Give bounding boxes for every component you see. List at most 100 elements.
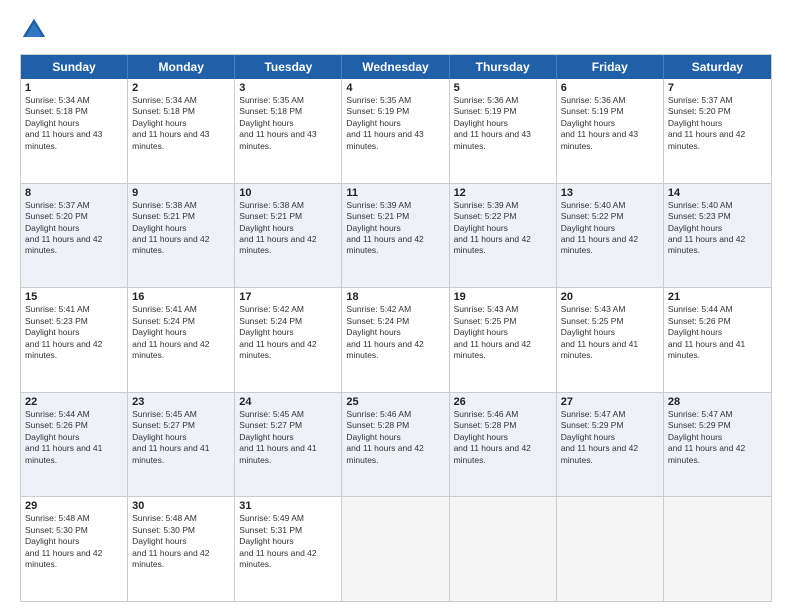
cell-info: Sunrise: 5:34 AM Sunset: 5:18 PM Dayligh… [132,95,230,152]
header-day-saturday: Saturday [664,55,771,79]
day-number: 13 [561,187,659,199]
day-cell-2: 2 Sunrise: 5:34 AM Sunset: 5:18 PM Dayli… [128,79,235,183]
day-number: 14 [668,187,767,199]
cell-info: Sunrise: 5:36 AM Sunset: 5:19 PM Dayligh… [561,95,659,152]
day-cell-22: 22 Sunrise: 5:44 AM Sunset: 5:26 PM Dayl… [21,393,128,497]
calendar-row-1: 1 Sunrise: 5:34 AM Sunset: 5:18 PM Dayli… [21,79,771,183]
logo-icon [20,16,48,44]
day-cell-12: 12 Sunrise: 5:39 AM Sunset: 5:22 PM Dayl… [450,184,557,288]
day-cell-5: 5 Sunrise: 5:36 AM Sunset: 5:19 PM Dayli… [450,79,557,183]
day-cell-31: 31 Sunrise: 5:49 AM Sunset: 5:31 PM Dayl… [235,497,342,601]
cell-info: Sunrise: 5:43 AM Sunset: 5:25 PM Dayligh… [561,304,659,361]
day-number: 16 [132,291,230,303]
day-number: 25 [346,396,444,408]
day-number: 30 [132,500,230,512]
day-number: 31 [239,500,337,512]
day-cell-27: 27 Sunrise: 5:47 AM Sunset: 5:29 PM Dayl… [557,393,664,497]
header-day-tuesday: Tuesday [235,55,342,79]
day-cell-3: 3 Sunrise: 5:35 AM Sunset: 5:18 PM Dayli… [235,79,342,183]
day-number: 3 [239,82,337,94]
calendar: SundayMondayTuesdayWednesdayThursdayFrid… [20,54,772,602]
day-number: 8 [25,187,123,199]
calendar-row-3: 15 Sunrise: 5:41 AM Sunset: 5:23 PM Dayl… [21,287,771,392]
day-number: 6 [561,82,659,94]
day-cell-20: 20 Sunrise: 5:43 AM Sunset: 5:25 PM Dayl… [557,288,664,392]
header [20,16,772,44]
day-cell-25: 25 Sunrise: 5:46 AM Sunset: 5:28 PM Dayl… [342,393,449,497]
day-cell-19: 19 Sunrise: 5:43 AM Sunset: 5:25 PM Dayl… [450,288,557,392]
cell-info: Sunrise: 5:38 AM Sunset: 5:21 PM Dayligh… [239,200,337,257]
day-cell-24: 24 Sunrise: 5:45 AM Sunset: 5:27 PM Dayl… [235,393,342,497]
day-cell-11: 11 Sunrise: 5:39 AM Sunset: 5:21 PM Dayl… [342,184,449,288]
cell-info: Sunrise: 5:48 AM Sunset: 5:30 PM Dayligh… [25,513,123,570]
cell-info: Sunrise: 5:38 AM Sunset: 5:21 PM Dayligh… [132,200,230,257]
cell-info: Sunrise: 5:41 AM Sunset: 5:23 PM Dayligh… [25,304,123,361]
header-day-friday: Friday [557,55,664,79]
calendar-row-5: 29 Sunrise: 5:48 AM Sunset: 5:30 PM Dayl… [21,496,771,601]
day-cell-4: 4 Sunrise: 5:35 AM Sunset: 5:19 PM Dayli… [342,79,449,183]
cell-info: Sunrise: 5:42 AM Sunset: 5:24 PM Dayligh… [346,304,444,361]
cell-info: Sunrise: 5:42 AM Sunset: 5:24 PM Dayligh… [239,304,337,361]
cell-info: Sunrise: 5:47 AM Sunset: 5:29 PM Dayligh… [668,409,767,466]
cell-info: Sunrise: 5:47 AM Sunset: 5:29 PM Dayligh… [561,409,659,466]
empty-cell [664,497,771,601]
day-number: 5 [454,82,552,94]
cell-info: Sunrise: 5:43 AM Sunset: 5:25 PM Dayligh… [454,304,552,361]
cell-info: Sunrise: 5:39 AM Sunset: 5:21 PM Dayligh… [346,200,444,257]
calendar-row-4: 22 Sunrise: 5:44 AM Sunset: 5:26 PM Dayl… [21,392,771,497]
day-number: 29 [25,500,123,512]
day-number: 4 [346,82,444,94]
day-cell-15: 15 Sunrise: 5:41 AM Sunset: 5:23 PM Dayl… [21,288,128,392]
empty-cell [342,497,449,601]
cell-info: Sunrise: 5:36 AM Sunset: 5:19 PM Dayligh… [454,95,552,152]
cell-info: Sunrise: 5:49 AM Sunset: 5:31 PM Dayligh… [239,513,337,570]
day-number: 21 [668,291,767,303]
day-number: 27 [561,396,659,408]
header-day-wednesday: Wednesday [342,55,449,79]
day-number: 19 [454,291,552,303]
header-day-monday: Monday [128,55,235,79]
day-number: 2 [132,82,230,94]
cell-info: Sunrise: 5:45 AM Sunset: 5:27 PM Dayligh… [239,409,337,466]
day-number: 9 [132,187,230,199]
cell-info: Sunrise: 5:40 AM Sunset: 5:23 PM Dayligh… [668,200,767,257]
day-number: 28 [668,396,767,408]
day-cell-1: 1 Sunrise: 5:34 AM Sunset: 5:18 PM Dayli… [21,79,128,183]
day-cell-13: 13 Sunrise: 5:40 AM Sunset: 5:22 PM Dayl… [557,184,664,288]
day-cell-9: 9 Sunrise: 5:38 AM Sunset: 5:21 PM Dayli… [128,184,235,288]
day-number: 22 [25,396,123,408]
day-cell-7: 7 Sunrise: 5:37 AM Sunset: 5:20 PM Dayli… [664,79,771,183]
day-number: 17 [239,291,337,303]
day-number: 18 [346,291,444,303]
cell-info: Sunrise: 5:48 AM Sunset: 5:30 PM Dayligh… [132,513,230,570]
day-number: 7 [668,82,767,94]
page: SundayMondayTuesdayWednesdayThursdayFrid… [0,0,792,612]
day-cell-26: 26 Sunrise: 5:46 AM Sunset: 5:28 PM Dayl… [450,393,557,497]
empty-cell [557,497,664,601]
logo [20,16,52,44]
header-day-sunday: Sunday [21,55,128,79]
calendar-body: 1 Sunrise: 5:34 AM Sunset: 5:18 PM Dayli… [21,79,771,601]
empty-cell [450,497,557,601]
cell-info: Sunrise: 5:35 AM Sunset: 5:19 PM Dayligh… [346,95,444,152]
day-number: 1 [25,82,123,94]
day-cell-18: 18 Sunrise: 5:42 AM Sunset: 5:24 PM Dayl… [342,288,449,392]
day-cell-23: 23 Sunrise: 5:45 AM Sunset: 5:27 PM Dayl… [128,393,235,497]
cell-info: Sunrise: 5:37 AM Sunset: 5:20 PM Dayligh… [668,95,767,152]
day-cell-16: 16 Sunrise: 5:41 AM Sunset: 5:24 PM Dayl… [128,288,235,392]
cell-info: Sunrise: 5:44 AM Sunset: 5:26 PM Dayligh… [668,304,767,361]
day-cell-17: 17 Sunrise: 5:42 AM Sunset: 5:24 PM Dayl… [235,288,342,392]
cell-info: Sunrise: 5:44 AM Sunset: 5:26 PM Dayligh… [25,409,123,466]
day-cell-21: 21 Sunrise: 5:44 AM Sunset: 5:26 PM Dayl… [664,288,771,392]
day-cell-8: 8 Sunrise: 5:37 AM Sunset: 5:20 PM Dayli… [21,184,128,288]
day-number: 12 [454,187,552,199]
day-cell-28: 28 Sunrise: 5:47 AM Sunset: 5:29 PM Dayl… [664,393,771,497]
cell-info: Sunrise: 5:40 AM Sunset: 5:22 PM Dayligh… [561,200,659,257]
day-cell-29: 29 Sunrise: 5:48 AM Sunset: 5:30 PM Dayl… [21,497,128,601]
header-day-thursday: Thursday [450,55,557,79]
day-cell-10: 10 Sunrise: 5:38 AM Sunset: 5:21 PM Dayl… [235,184,342,288]
cell-info: Sunrise: 5:46 AM Sunset: 5:28 PM Dayligh… [454,409,552,466]
calendar-header: SundayMondayTuesdayWednesdayThursdayFrid… [21,55,771,79]
day-number: 24 [239,396,337,408]
day-number: 20 [561,291,659,303]
